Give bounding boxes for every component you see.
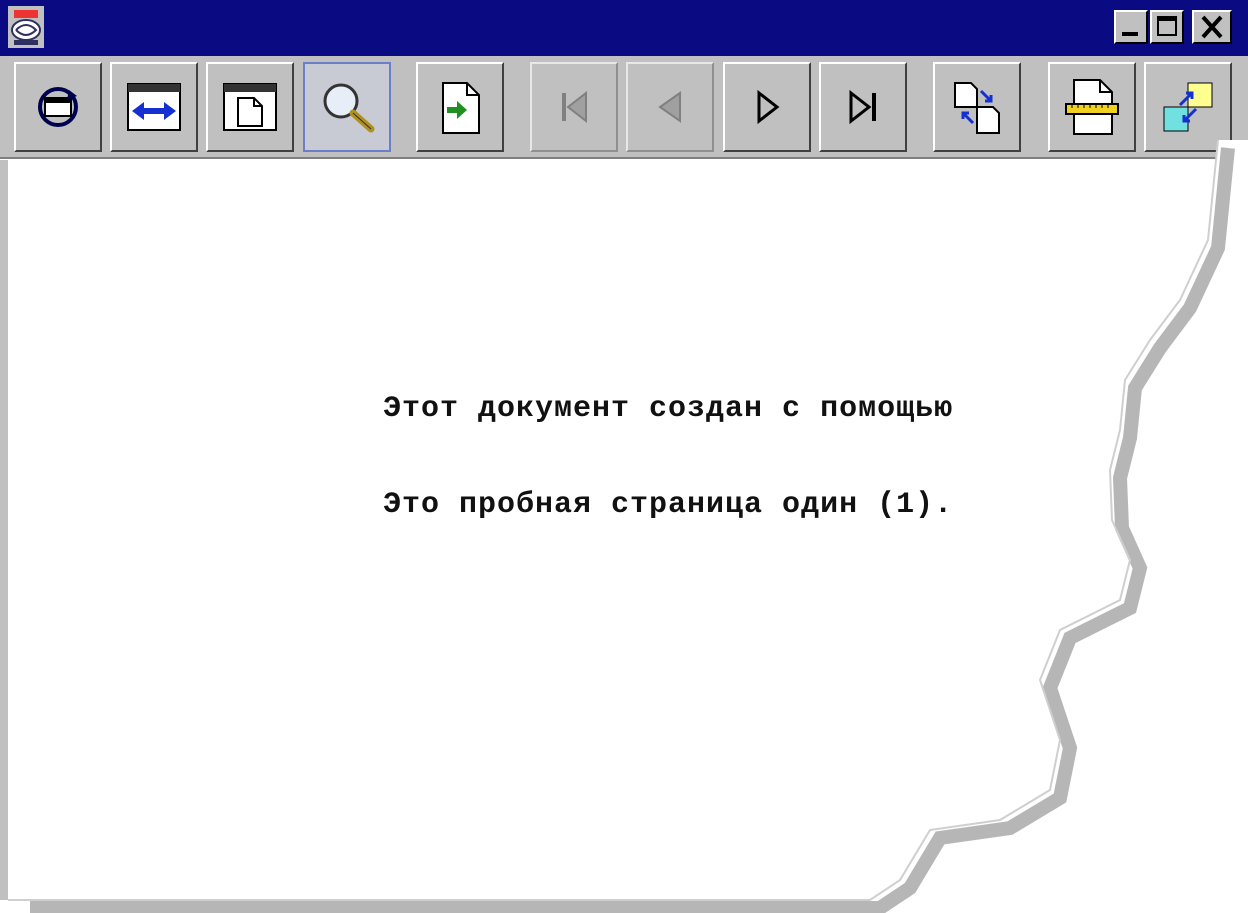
screenshot-clip: Этот документ создан с помощью Это пробн… (0, 0, 1248, 913)
torn-edge (0, 139, 1248, 913)
